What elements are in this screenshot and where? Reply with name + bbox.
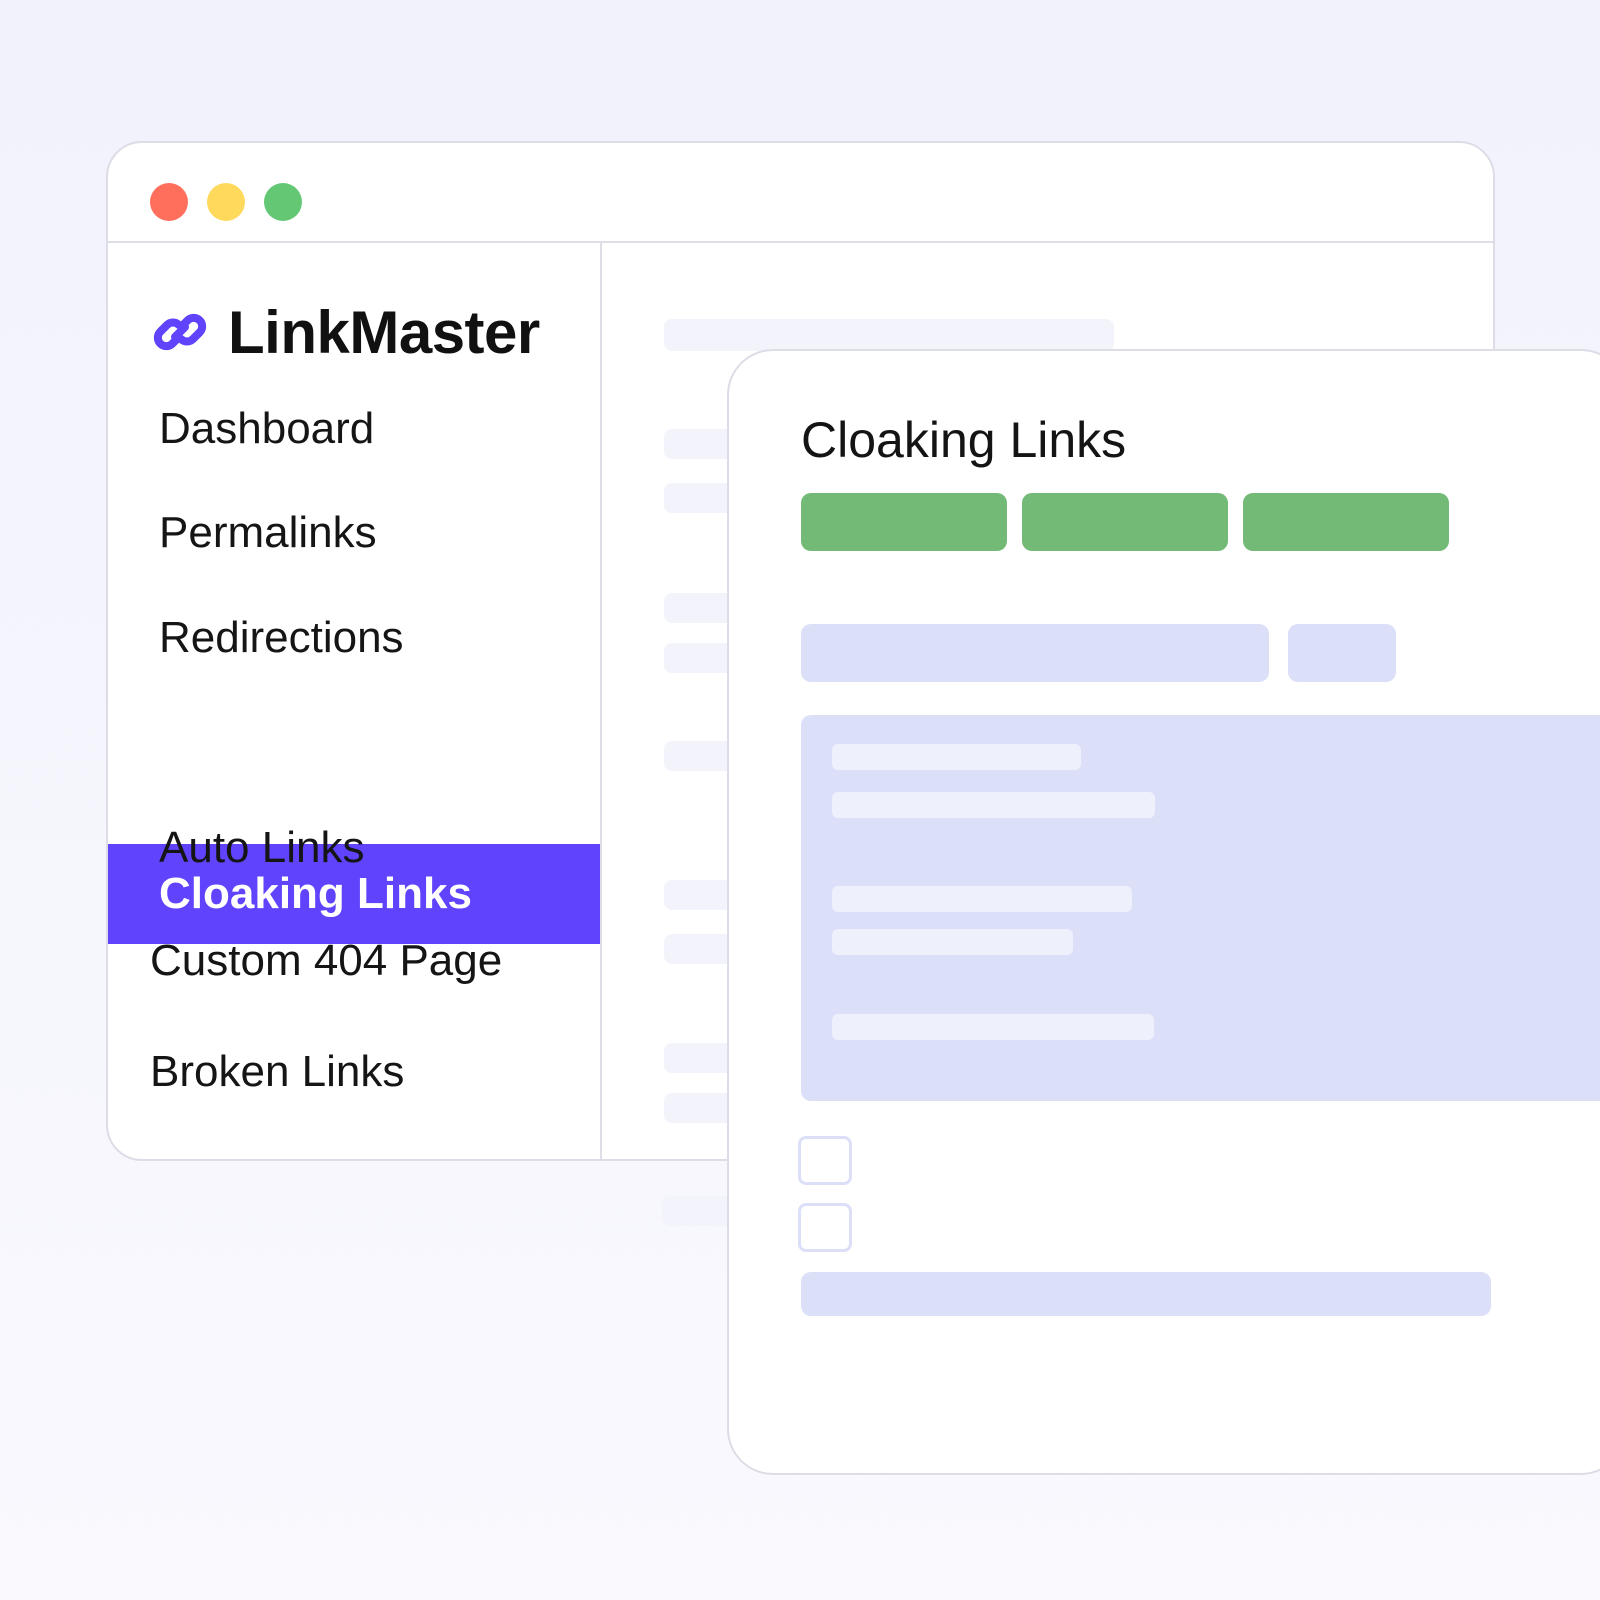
sidebar-item-label: Broken Links	[150, 1047, 405, 1096]
checkbox[interactable]	[798, 1203, 852, 1252]
brand[interactable]: LinkMaster	[150, 297, 540, 367]
placeholder-bar	[664, 319, 1114, 351]
chain-link-icon	[150, 302, 210, 362]
sidebar-item-auto-links[interactable]: Auto Links	[108, 798, 600, 898]
app-name: LinkMaster	[228, 298, 540, 366]
action-button[interactable]	[801, 493, 1007, 551]
checkbox[interactable]	[798, 1136, 852, 1185]
sidebar-item-label: Redirections	[159, 613, 404, 662]
sidebar-item-broken-links[interactable]: Broken Links	[108, 1022, 600, 1122]
input-field[interactable]	[801, 624, 1269, 682]
sidebar-item-label: Custom 404 Page	[150, 936, 503, 985]
sidebar-item-label: Auto Links	[159, 823, 365, 872]
close-window-button[interactable]	[150, 183, 188, 221]
placeholder-line	[832, 1014, 1154, 1040]
sidebar-item-dashboard[interactable]: Dashboard	[108, 379, 600, 479]
sidebar-item-redirections[interactable]: Redirections	[108, 588, 600, 688]
cloaking-links-panel: Cloaking Links	[727, 349, 1600, 1475]
sidebar-item-permalinks[interactable]: Permalinks	[108, 483, 600, 583]
sidebar-item-label: Permalinks	[159, 508, 377, 557]
placeholder-line	[832, 886, 1132, 912]
placeholder-bar	[801, 1272, 1491, 1316]
placeholder-line	[832, 792, 1155, 818]
title-bar	[108, 143, 1493, 243]
placeholder-line	[832, 744, 1081, 770]
input-button[interactable]	[1288, 624, 1396, 682]
panel-title: Cloaking Links	[801, 412, 1127, 468]
sidebar-item-label: Dashboard	[159, 404, 375, 453]
sidebar: LinkMaster Dashboard Permalinks Redirect…	[108, 243, 602, 1159]
action-button[interactable]	[1243, 493, 1449, 551]
content-card	[801, 715, 1600, 1101]
placeholder-line	[832, 929, 1073, 955]
sidebar-item-custom-404-page[interactable]: Custom 404 Page	[108, 911, 600, 1011]
action-button[interactable]	[1022, 493, 1228, 551]
maximize-window-button[interactable]	[264, 183, 302, 221]
minimize-window-button[interactable]	[207, 183, 245, 221]
